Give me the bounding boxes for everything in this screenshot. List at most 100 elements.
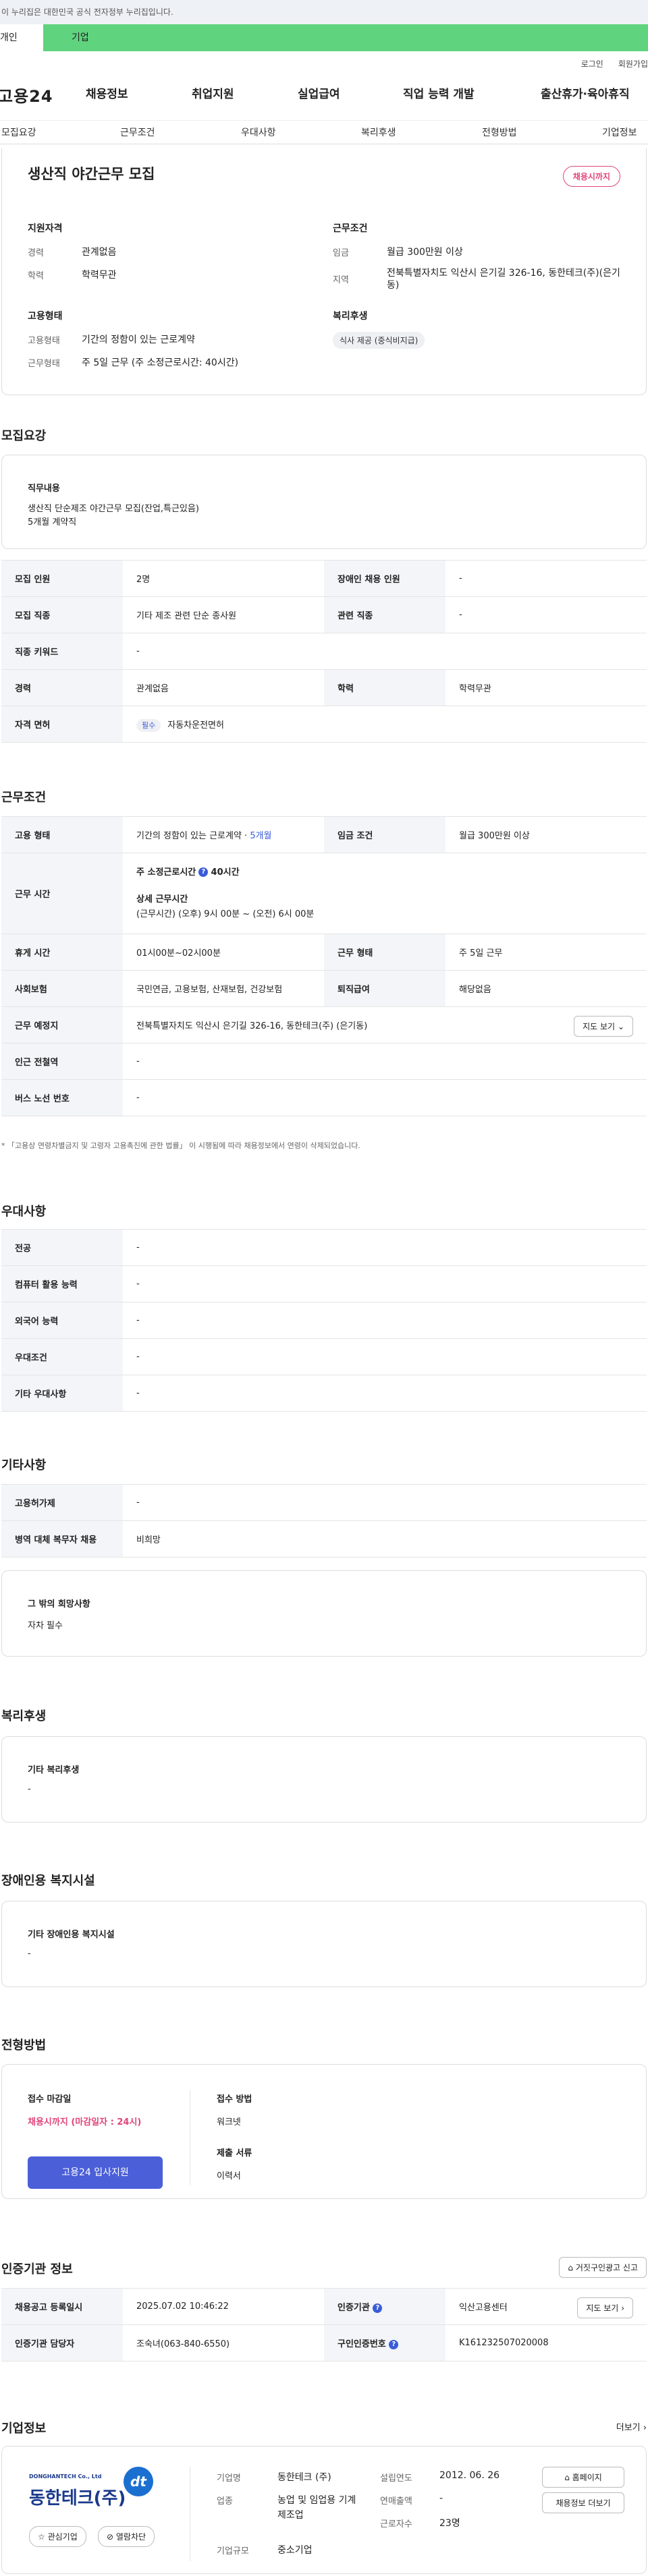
type-contract-value: 기간의 정함이 있는 근로계약 xyxy=(82,335,195,345)
table-row: 컴퓨터 활용 능력 - xyxy=(1,1265,647,1303)
section-pref-title: 우대사항 xyxy=(1,1205,47,1219)
subway-label: 인근 전철역 xyxy=(1,1043,123,1080)
table-row: 고용 형태 기간의 정함이 있는 근로계약 · 5개월 임금 조건 월급 300… xyxy=(1,816,647,853)
star-icon: ☆ xyxy=(38,2532,45,2542)
section-process-title: 전형방법 xyxy=(1,2038,47,2053)
method-value: 워크넷 xyxy=(217,2117,241,2127)
pref-computer-value: - xyxy=(123,1265,647,1303)
more-jobs-button[interactable]: 채용정보 더보기 xyxy=(542,2492,624,2513)
tab-company-info[interactable]: 기업정보 xyxy=(602,121,637,145)
section-agency-title: 인증기관 정보 xyxy=(1,2262,73,2277)
help-icon[interactable]: ? xyxy=(373,2303,383,2313)
keyword-value: - xyxy=(123,633,647,670)
pref-computer-label: 컴퓨터 활용 능력 xyxy=(1,1265,123,1303)
place-label: 근무 예정지 xyxy=(1,1006,123,1043)
section-company-title: 기업정보 xyxy=(1,2422,47,2436)
tab-preferences[interactable]: 우대사항 xyxy=(241,121,276,145)
headcount-value: 2명 xyxy=(123,560,324,597)
form-value: 주 5일 근무 xyxy=(446,934,647,971)
process-card: 접수 마감일 채용시까지 (마감일자 : 24시) 고용24 입사지원 접수 방… xyxy=(1,2064,647,2199)
agency-map-button[interactable]: 지도 보기 › xyxy=(577,2297,633,2318)
duty-line-2: 5개월 계약직 xyxy=(28,517,77,527)
help-icon[interactable]: ? xyxy=(389,2339,399,2349)
edu-label: 학력 xyxy=(324,669,446,706)
chevron-right-icon: › xyxy=(621,2303,624,2313)
block-view-button[interactable]: ⊘ 열람차단 xyxy=(98,2526,155,2547)
gnb-menu-employment-support[interactable]: 취업지원 xyxy=(192,69,234,120)
edu-value: 학력무관 xyxy=(446,669,647,706)
tab-process[interactable]: 전형방법 xyxy=(482,121,517,145)
disabled-other-value: - xyxy=(28,1949,31,1959)
contact-label: 인증기관 담당자 xyxy=(1,2324,123,2362)
table-row: 휴게 시간 01시00분~02시00분 근무 형태 주 5일 근무 xyxy=(1,934,647,971)
site-logo[interactable]: 고용24 xyxy=(0,83,53,107)
type-contract-label: 고용형태 xyxy=(28,336,60,346)
docs-label: 제출 서류 xyxy=(217,2148,252,2158)
table-row: 모집 직종 기타 제조 관련 단순 종사원 관련 직종 - xyxy=(1,596,647,633)
duty-card: 직무내용 생산직 단순제조 야간근무 모집(잔업,특근있음) 5개월 계약직 xyxy=(1,455,647,549)
table-row: 근무 예정지 전북특별자치도 익산시 은기길 326-16, 동한테크(주) (… xyxy=(1,1006,647,1043)
table-row: 근무 시간 주 소정근로시간 ? 40시간 상세 근무시간 (근무시간) (오후… xyxy=(1,853,647,934)
welfare-chip: 식사 제공 (중식비지급) xyxy=(333,332,425,349)
gnb-menu-parental-leave[interactable]: 출산휴가·육아휴직 xyxy=(541,69,630,120)
founded-label: 설립연도 xyxy=(380,2473,412,2484)
job-label: 모집 직종 xyxy=(1,596,123,633)
pay-value: 월급 300만원 이상 xyxy=(446,816,647,853)
signup-link[interactable]: 회원가입 xyxy=(618,58,648,69)
etc-permit-label: 고용허가제 xyxy=(1,1484,123,1521)
num-label: 구인인증번호 xyxy=(338,2339,386,2349)
work-type-value: 기간의 정함이 있는 근로계약 xyxy=(136,831,242,841)
tab-welfare[interactable]: 복리후생 xyxy=(361,121,396,145)
homepage-button[interactable]: ⌂ 홈페이지 xyxy=(542,2467,624,2488)
welfare-title: 복리후생 xyxy=(333,311,368,322)
tab-recruit[interactable]: 모집요강 xyxy=(1,121,36,145)
disabled-label: 장애인 채용 인원 xyxy=(324,560,446,597)
help-icon[interactable]: ? xyxy=(198,867,209,877)
industry-label: 업종 xyxy=(217,2496,233,2507)
company-size-label: 기업규모 xyxy=(217,2546,249,2556)
job-value: 기타 제조 관련 단순 종사원 xyxy=(123,596,324,633)
job-summary-card: 생산직 야간근무 모집 채용시까지 지원자격 경력 관계없음 학력 학력무관 근… xyxy=(1,148,647,395)
hours-detail-label: 상세 근무시간 xyxy=(136,894,188,905)
chevron-right-icon: › xyxy=(643,2423,647,2433)
reg-value: 2025.07.02 10:46:22 xyxy=(123,2288,324,2325)
company-more-link[interactable]: 더보기 › xyxy=(616,2420,647,2433)
table-row: 버스 노선 번호 - xyxy=(1,1079,647,1116)
work-type-months: 5개월 xyxy=(250,831,272,841)
report-false-ad-button[interactable]: ⌂ 거짓구인광고 신고 xyxy=(559,2257,647,2278)
chevron-down-icon: ⌄ xyxy=(617,1022,624,1031)
favorite-company-button[interactable]: ☆ 관심기업 xyxy=(29,2526,86,2547)
gnb-menu-jobs[interactable]: 채용정보 xyxy=(86,69,128,120)
gnb-menu-unemployment[interactable]: 실업급여 xyxy=(298,69,340,120)
qual-career-label: 경력 xyxy=(28,248,44,258)
table-row: 고용허가제 - xyxy=(1,1484,647,1521)
block-label: 열람차단 xyxy=(115,2532,146,2542)
gnb-menu-training[interactable]: 직업 능력 개발 xyxy=(403,69,475,120)
org-label: 인증기관 xyxy=(338,2303,370,2313)
company-size-value: 중소기업 xyxy=(277,2545,313,2556)
disabled-card: 기타 장애인용 복지시설 - xyxy=(1,1901,647,1987)
pref-table: 전공 - 컴퓨터 활용 능력 - 외국어 능력 - 우대조건 - 기타 우대사항 - xyxy=(1,1229,647,1412)
tab-work-conditions[interactable]: 근무조건 xyxy=(120,121,155,145)
work-table: 고용 형태 기간의 정함이 있는 근로계약 · 5개월 임금 조건 월급 300… xyxy=(1,816,647,1116)
map-view-button[interactable]: 지도 보기 ⌄ xyxy=(574,1016,633,1037)
contact-value: 조숙녀(063-840-6550) xyxy=(123,2324,324,2362)
tab-person[interactable]: 개인 xyxy=(0,24,43,51)
recruit-table: 모집 인원 2명 장애인 채용 인원 - 모집 직종 기타 제조 관련 단순 종… xyxy=(1,560,647,743)
apply-button[interactable]: 고용24 입사지원 xyxy=(28,2156,163,2189)
qual-edu-label: 학력 xyxy=(28,271,44,281)
company-card: DONGHANTECH Co., Ltd 동한테크(주) dt ☆ 관심기업 ⊘… xyxy=(1,2446,647,2574)
login-link[interactable]: 로그인 xyxy=(581,58,603,69)
pay-label: 임금 조건 xyxy=(324,816,446,853)
table-row: 채용공고 등록일시 2025.07.02 10:46:22 인증기관 ? 익산고… xyxy=(1,2288,647,2325)
cond-region-value: 전북특별자치도 익산시 은기길 326-16, 동한테크(주)(은기동) xyxy=(387,268,620,291)
tab-company[interactable]: 기업 xyxy=(43,24,648,51)
license-cell: 필수 자동차운전면허 xyxy=(123,706,647,743)
career-value: 관계없음 xyxy=(123,669,324,706)
etc-permit-value: - xyxy=(123,1484,647,1521)
type-form-value: 주 5일 근무 (주 소정근로시간: 40시간) xyxy=(82,357,239,368)
num-value: K161232507020008 xyxy=(446,2324,647,2362)
hours-cell: 주 소정근로시간 ? 40시간 상세 근무시간 (근무시간) (오후) 9시 0… xyxy=(123,853,647,934)
report-icon: ⌂ xyxy=(568,2263,574,2272)
table-row: 모집 인원 2명 장애인 채용 인원 - xyxy=(1,560,647,597)
